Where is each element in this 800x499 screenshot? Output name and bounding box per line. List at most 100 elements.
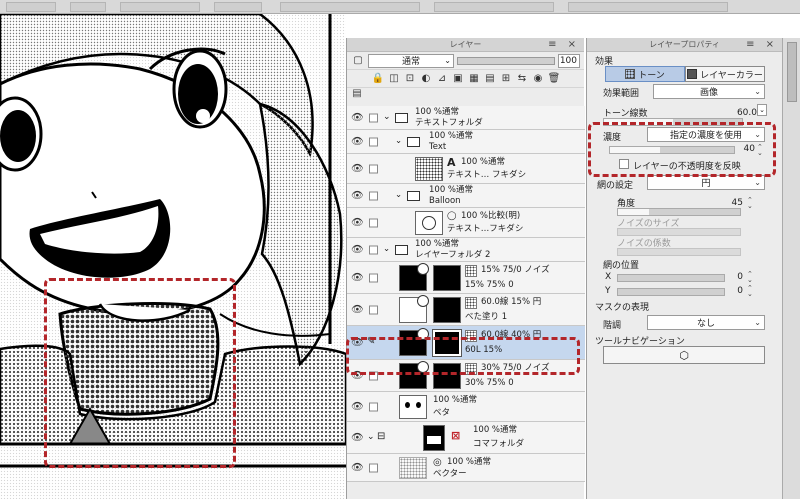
panel-menu-icons[interactable]: ≡ ×: [548, 38, 580, 52]
y-position-slider[interactable]: [617, 288, 725, 296]
layer-row[interactable]: 👁 60.0線 15% 円 べた塗り 1: [347, 294, 585, 326]
eye-icon[interactable]: 👁: [351, 112, 364, 123]
eye-icon[interactable]: 👁: [351, 272, 364, 283]
x-position-slider[interactable]: [617, 274, 725, 282]
tone-button-label: トーン: [638, 70, 665, 81]
eye-icon[interactable]: 👁: [351, 432, 364, 443]
eye-icon[interactable]: 👁: [351, 304, 364, 315]
expand-icon[interactable]: ⌄: [395, 136, 402, 147]
layer-check[interactable]: [369, 218, 378, 227]
mask-icon[interactable]: ◐: [419, 72, 433, 86]
layer-name: ベクター: [433, 469, 467, 479]
gradation-select[interactable]: なし ⌄: [647, 315, 765, 330]
reference-icon[interactable]: ◫: [387, 72, 401, 86]
eye-icon[interactable]: 👁: [351, 190, 364, 201]
layer-name: べた塗り 1: [465, 312, 508, 322]
layer-row[interactable]: 👁 15% 75/0 ノイズ 15% 75% 0: [347, 262, 585, 294]
layer-check[interactable]: [369, 273, 378, 282]
blend-mode-select[interactable]: 通常 ⌄: [368, 53, 454, 68]
merge-icon[interactable]: ⊞: [499, 72, 513, 86]
toolbar-segment[interactable]: [568, 2, 728, 12]
layer-mode: 100 %通常: [461, 157, 506, 167]
expand-icon[interactable]: ⌄: [383, 112, 391, 123]
new-folder-icon[interactable]: ▤: [483, 72, 497, 86]
expand-icon[interactable]: ⌄: [367, 432, 375, 443]
mask-add-icon[interactable]: ◉: [531, 72, 545, 86]
layer-check[interactable]: [369, 305, 378, 314]
thumb-mark: [416, 402, 421, 408]
toolbar-segment[interactable]: [214, 2, 262, 12]
layer-name: テキスト… フキダシ: [447, 170, 527, 180]
layer-row[interactable]: 👁 ◎ 100 %通常 ベクター: [347, 454, 585, 482]
layer-check[interactable]: [369, 402, 378, 411]
toolbar-segment[interactable]: [70, 2, 106, 12]
layer-row[interactable]: 👁 ⌄ 100 %通常 Balloon: [347, 184, 585, 208]
toolbar-segment[interactable]: [280, 2, 420, 12]
color-sample-icon[interactable]: ▣: [451, 72, 465, 86]
canvas[interactable]: [0, 14, 346, 499]
layer-list: 👁 ⌄ 100 %通常 テキストフォルダ 👁 ⌄ 100 %通常 Text 👁 …: [347, 106, 585, 482]
layer-check[interactable]: [369, 137, 378, 146]
noise-size-slider[interactable]: [617, 228, 741, 236]
x-spinner[interactable]: ⌃ ⌄: [747, 271, 753, 284]
tool-navigation-button[interactable]: ⬡: [603, 346, 765, 364]
transfer-icon[interactable]: ⇆: [515, 72, 529, 86]
noise-factor-slider[interactable]: [617, 248, 741, 256]
eye-icon[interactable]: 👁: [351, 217, 364, 228]
layer-palette-icon[interactable]: ▤: [352, 88, 361, 99]
eye-icon[interactable]: 👁: [351, 401, 364, 412]
eye-icon[interactable]: 👁: [351, 462, 364, 473]
layer-row[interactable]: 👁 ⌄ 100 %通常 テキストフォルダ: [347, 106, 585, 130]
ruler-icon[interactable]: ⊿: [435, 72, 449, 86]
layer-mode: 15% 75/0 ノイズ: [481, 265, 550, 275]
tone-icon: [465, 297, 477, 309]
color-icon[interactable]: ▢: [351, 54, 365, 68]
scrollbar-thumb[interactable]: [787, 42, 797, 102]
toolbar-segment[interactable]: [434, 2, 554, 12]
folder-icon: [395, 112, 408, 123]
layer-row[interactable]: 👁 ◯ 100 %比較(明) テキスト…フキダシ: [347, 208, 585, 238]
panel-menu-icons[interactable]: ≡ ×: [746, 38, 778, 52]
tone-button[interactable]: トーン: [605, 66, 685, 82]
eye-icon[interactable]: 👁: [351, 136, 364, 147]
expand-icon[interactable]: ⌄: [395, 190, 402, 201]
tone-icon: [625, 69, 636, 79]
layer-check[interactable]: [369, 463, 378, 472]
opacity-field[interactable]: 100: [558, 53, 580, 68]
angle-spinner[interactable]: ⌃ ⌄: [747, 197, 753, 210]
trash-icon[interactable]: 🗑: [547, 72, 561, 86]
new-layer-icon[interactable]: ▦: [467, 72, 481, 86]
angle-slider[interactable]: [617, 208, 741, 216]
tone-lines-dropdown[interactable]: ⌄: [757, 104, 767, 116]
effect-range-label: 効果範囲: [603, 89, 640, 99]
right-scrollbar-strip[interactable]: [782, 38, 800, 499]
layer-check[interactable]: [369, 113, 378, 122]
layer-name: コマフォルダ: [473, 439, 525, 449]
toolbar-segment[interactable]: [120, 2, 200, 12]
tone-lines-value: 60.0: [736, 108, 757, 118]
lock-icon[interactable]: 🔒: [371, 72, 385, 86]
layer-row[interactable]: 👁 ⌄ ⊟ ⊠ 100 %通常 コマフォルダ: [347, 422, 585, 454]
toolbar-segment[interactable]: [6, 2, 56, 12]
layer-check[interactable]: [369, 164, 378, 173]
eye-icon[interactable]: 👁: [351, 163, 364, 174]
clip-icon[interactable]: ⊡: [403, 72, 417, 86]
layer-row[interactable]: 👁 ⌄ 100 %通常 レイヤーフォルダ 2: [347, 238, 585, 262]
layer-row[interactable]: 👁 100 %通常 ベタ: [347, 392, 585, 422]
expand-icon[interactable]: ⌄: [383, 244, 390, 255]
eye-icon[interactable]: 👁: [351, 244, 364, 255]
mask-disabled-icon[interactable]: ⊠: [451, 430, 460, 441]
layer-mode: 100 %通常: [447, 457, 492, 467]
chevron-down-icon: ⌄: [754, 178, 761, 187]
y-spinner[interactable]: ⌃ ⌄: [747, 285, 753, 298]
layer-tools-row: 🔒 ◫ ⊡ ◐ ⊿ ▣ ▦ ▤ ⊞ ⇆ ◉ 🗑: [347, 70, 584, 88]
effect-range-select[interactable]: 画像 ⌄: [653, 84, 765, 99]
layer-check[interactable]: [369, 245, 378, 254]
layer-row[interactable]: 👁 ⌄ 100 %通常 Text: [347, 130, 585, 154]
layer-check[interactable]: [369, 191, 378, 200]
layer-row[interactable]: 👁 A 100 %通常 テキスト… フキダシ: [347, 154, 585, 184]
layer-color-button[interactable]: レイヤーカラー: [685, 66, 765, 82]
chevron-down-icon: ⌄: [754, 87, 761, 96]
dot-shape-select[interactable]: 円 ⌄: [647, 175, 765, 190]
opacity-slider[interactable]: [457, 56, 555, 65]
